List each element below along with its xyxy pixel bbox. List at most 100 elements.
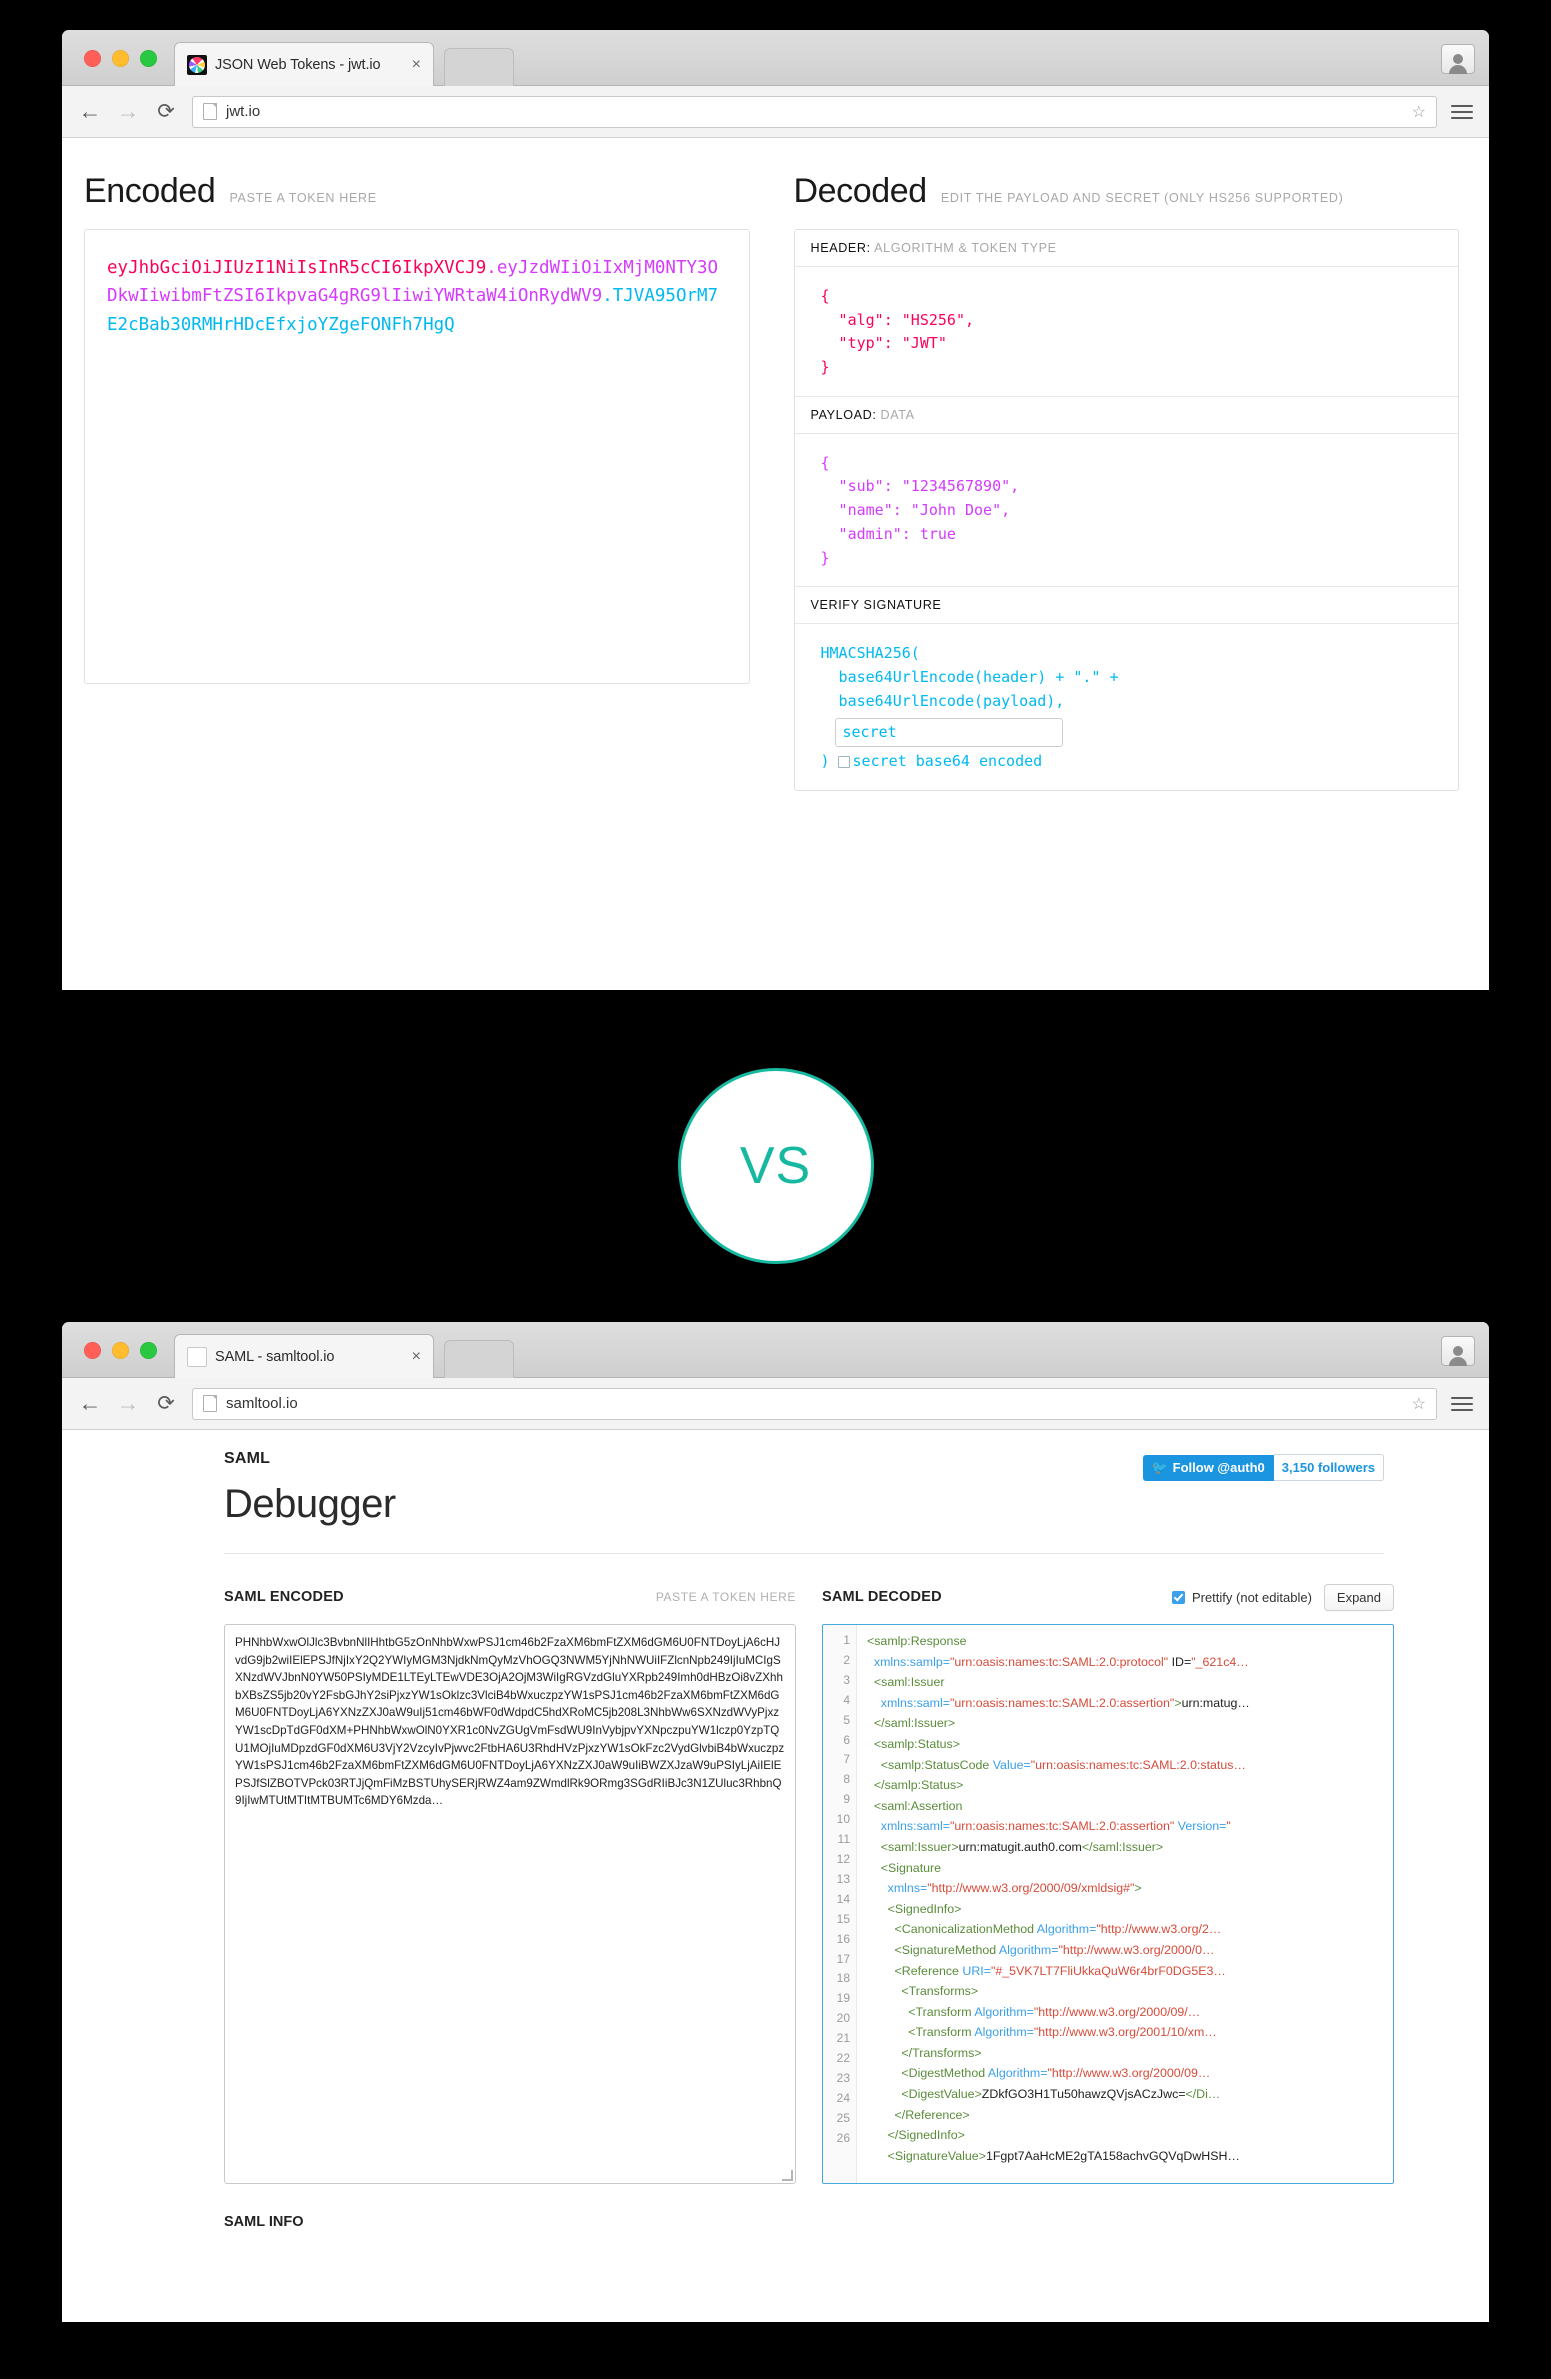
xml-token: xmlns:saml= [867,1695,950,1710]
line-number: 20 [836,2011,850,2026]
close-window-button[interactable] [84,1342,101,1359]
xml-token: <saml:Issuer> [867,1839,959,1854]
header-label-text: HEADER: [810,241,871,255]
xml-token: <saml:Issuer [867,1675,945,1690]
xml-line: xmlns:saml="urn:oasis:names:tc:SAML:2.0:… [867,1816,1393,1837]
header-json-editor[interactable]: { "alg": "HS256", "typ": "JWT" } [794,267,1458,397]
minimize-window-button[interactable] [112,1342,129,1359]
xml-token: "http://www.w3.org/2000/09/… [1033,2004,1201,2019]
xml-token: Version= [1177,1819,1227,1834]
xml-line: </SignedInfo> [867,2125,1393,2146]
address-bar[interactable]: jwt.io ☆ [192,95,1437,128]
secret-input[interactable]: secret [834,718,1063,748]
prettify-checkbox[interactable] [1171,1590,1185,1604]
saml-browser-tab[interactable]: SAML - samltool.io × [174,1334,434,1378]
reload-button[interactable]: ⟳ [154,101,178,122]
twitter-follow-widget[interactable]: 🐦 Follow @auth0 3,150 followers [1143,1454,1384,1481]
expand-button[interactable]: Expand [1323,1583,1394,1611]
twitter-follow-button[interactable]: 🐦 Follow @auth0 [1143,1454,1274,1481]
saml-tab-title: SAML - samltool.io [215,1348,335,1365]
saml-window-controls[interactable] [84,1342,157,1359]
jwt-browser-tab[interactable]: JSON Web Tokens - jwt.io × [174,42,434,86]
line-number: 14 [836,1891,850,1906]
menu-button[interactable] [1451,104,1473,119]
line-number: 25 [836,2110,850,2125]
xml-token: urn:matugit.auth0.com [958,1839,1082,1854]
xml-token: </SignedInfo> [867,2128,965,2143]
line-number: 15 [836,1911,850,1926]
new-tab-ghost[interactable] [444,48,514,86]
line-number: 16 [836,1931,850,1946]
xml-line: <SignatureMethod Algorithm="http://www.w… [867,1940,1393,1961]
encoded-title: Encoded [84,172,216,210]
xml-line: </saml:Issuer> [867,1713,1393,1734]
bookmark-star-icon[interactable]: ☆ [1412,102,1426,122]
xml-token: "http://www.w3.org/2… [1096,1922,1222,1937]
xml-token: ID= [1168,1654,1192,1669]
sig-line-1: HMACSHA256( [820,644,920,663]
bookmark-star-icon[interactable]: ☆ [1412,1394,1426,1414]
xml-token: Algorithm= [998,1942,1059,1957]
encoded-token-input[interactable]: eyJhbGciOiJIUzI1NiIsInR5cCI6IkpXVCJ9.eyJ… [84,229,750,684]
line-number: 6 [843,1732,850,1747]
sig-line-3: base64UrlEncode(payload), [820,691,1065,710]
base64-checkbox-label[interactable]: secret base64 encoded [853,750,1043,774]
encoded-column: Encoded PASTE A TOKEN HERE eyJhbGciOiJIU… [62,172,772,791]
xml-token: Algorithm= [987,2066,1048,2081]
line-number: 21 [836,2031,850,2046]
vs-badge: VS [677,1068,874,1264]
line-number-gutter: 1 2 3 4 5 6 7 8 9 10 11 12 13 14 15 16 17 18 19 20 21 22 23 24 2… [823,1625,857,2183]
prettify-checkbox-row[interactable]: Prettify (not editable) [1171,1590,1312,1605]
line-number: 5 [843,1712,850,1727]
xml-token: <CanonicalizationMethod [867,1922,1037,1937]
forward-button[interactable]: → [116,1392,140,1415]
maximize-window-button[interactable] [140,1342,157,1359]
menu-button[interactable] [1451,1396,1473,1411]
back-button[interactable]: ← [78,100,102,123]
back-button[interactable]: ← [78,1392,102,1415]
xml-token: Algorithm= [974,2025,1034,2040]
close-tab-icon[interactable]: × [410,1348,423,1365]
profile-button[interactable] [1441,44,1475,74]
line-number: 4 [843,1692,850,1707]
xml-line: </Reference> [867,2105,1393,2126]
decoded-subtitle: EDIT THE PAYLOAD AND SECRET (ONLY HS256 … [940,191,1344,205]
xml-token: </samlp:Status> [867,1778,964,1793]
line-number: 19 [836,1991,850,2006]
jwt-window-controls[interactable] [84,50,157,67]
line-number: 10 [836,1812,850,1827]
payload-json-editor[interactable]: { "sub": "1234567890", "name": "John Doe… [794,434,1458,588]
xml-token: "#_5VK7LT7FliUkkaQuW6r4brF0DG5E3… [990,1963,1226,1978]
xml-token: <Signature [867,1860,942,1875]
saml-decoded-header: SAML DECODED Prettify (not editable) Exp… [822,1583,1394,1611]
minimize-window-button[interactable] [112,50,129,67]
line-number: 23 [836,2070,850,2085]
xml-line: </Transforms> [867,2043,1393,2064]
close-window-button[interactable] [84,50,101,67]
forward-button[interactable]: → [116,100,140,123]
reload-button[interactable]: ⟳ [154,1393,178,1414]
saml-encoded-column: SAML ENCODED PASTE A TOKEN HERE PHNhbWxw… [224,1584,796,2184]
token-dot-1: . [486,258,497,278]
address-bar[interactable]: samltool.io ☆ [192,1387,1437,1420]
xml-line: <samlp:Response [867,1631,1393,1652]
person-icon [1449,54,1467,74]
new-tab-ghost[interactable] [444,1340,514,1378]
maximize-window-button[interactable] [140,50,157,67]
xml-line: <SignedInfo> [867,1899,1393,1920]
xml-line: <samlp:StatusCode Value="urn:oasis:names… [867,1755,1393,1776]
saml-decoded-viewer[interactable]: 1 2 3 4 5 6 7 8 9 10 11 12 13 14 15 16 17 18 19 20 21 22 23 24 2… [822,1624,1394,2184]
xml-token: Algorithm= [974,2004,1034,2019]
profile-button[interactable] [1441,1336,1475,1366]
jwt-tab-strip: JSON Web Tokens - jwt.io × [62,30,1489,86]
xml-token: <Reference [867,1963,963,1978]
close-tab-icon[interactable]: × [410,56,423,73]
xml-token: "urn:oasis:names:tc:SAML:2.0:assertion" [949,1695,1175,1710]
base64-checkbox[interactable] [837,756,850,769]
twitter-followers-count[interactable]: 3,150 followers [1273,1454,1384,1481]
saml-info-label: SAML INFO [224,2214,304,2230]
decoded-column: Decoded EDIT THE PAYLOAD AND SECRET (ONL… [772,172,1490,791]
xml-line: <DigestValue>ZDkfGO3H1Tu50hawzQVjsACzJwc… [867,2084,1393,2105]
xml-token: ZDkfGO3H1Tu50hawzQVjsACzJwc= [981,2087,1186,2102]
saml-encoded-textarea[interactable]: PHNhbWxwOlJlc3BvbnNlIHhtbG5zOnNhbWxwPSJ1… [224,1624,796,2184]
